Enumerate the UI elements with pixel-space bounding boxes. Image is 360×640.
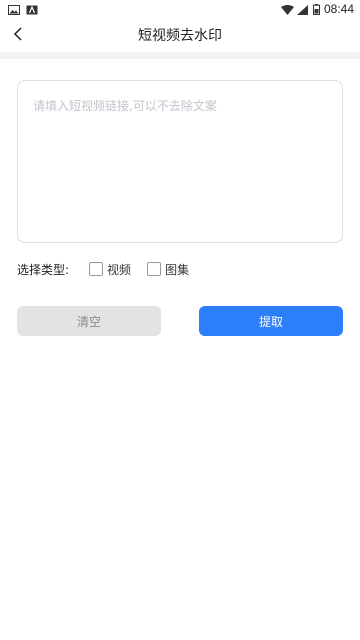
chevron-left-icon: [13, 26, 23, 45]
option-gallery[interactable]: 图集: [147, 261, 189, 278]
status-time: 08:44: [323, 2, 354, 16]
back-button[interactable]: [6, 18, 30, 52]
option-video[interactable]: 视频: [89, 261, 131, 278]
wifi-icon: [280, 4, 294, 15]
option-gallery-label: 图集: [165, 262, 190, 277]
status-bar-right: 08:44: [280, 2, 360, 16]
link-input[interactable]: [18, 81, 342, 242]
clear-button[interactable]: 清空: [17, 306, 161, 336]
header: 短视频去水印: [0, 18, 360, 52]
video-checkbox[interactable]: [89, 262, 104, 276]
text-icon: [26, 4, 38, 15]
status-bar: 08:44: [0, 0, 360, 18]
option-video-label: 视频: [107, 262, 132, 277]
screen: 08:44 短视频去水印 选择类型: 视频 图集 清空 提取: [0, 0, 360, 640]
battery-icon: [312, 3, 320, 15]
link-input-container: [17, 80, 343, 243]
signal-icon: [296, 4, 309, 15]
extract-button[interactable]: 提取: [199, 306, 343, 336]
page-title: 短视频去水印: [138, 28, 222, 44]
type-selection-label: 选择类型:: [17, 262, 70, 277]
gallery-checkbox[interactable]: [147, 262, 162, 276]
header-divider: [0, 52, 360, 59]
status-bar-left: [0, 4, 38, 15]
image-icon: [8, 4, 20, 15]
type-selection: 选择类型: 视频 图集: [17, 259, 343, 279]
